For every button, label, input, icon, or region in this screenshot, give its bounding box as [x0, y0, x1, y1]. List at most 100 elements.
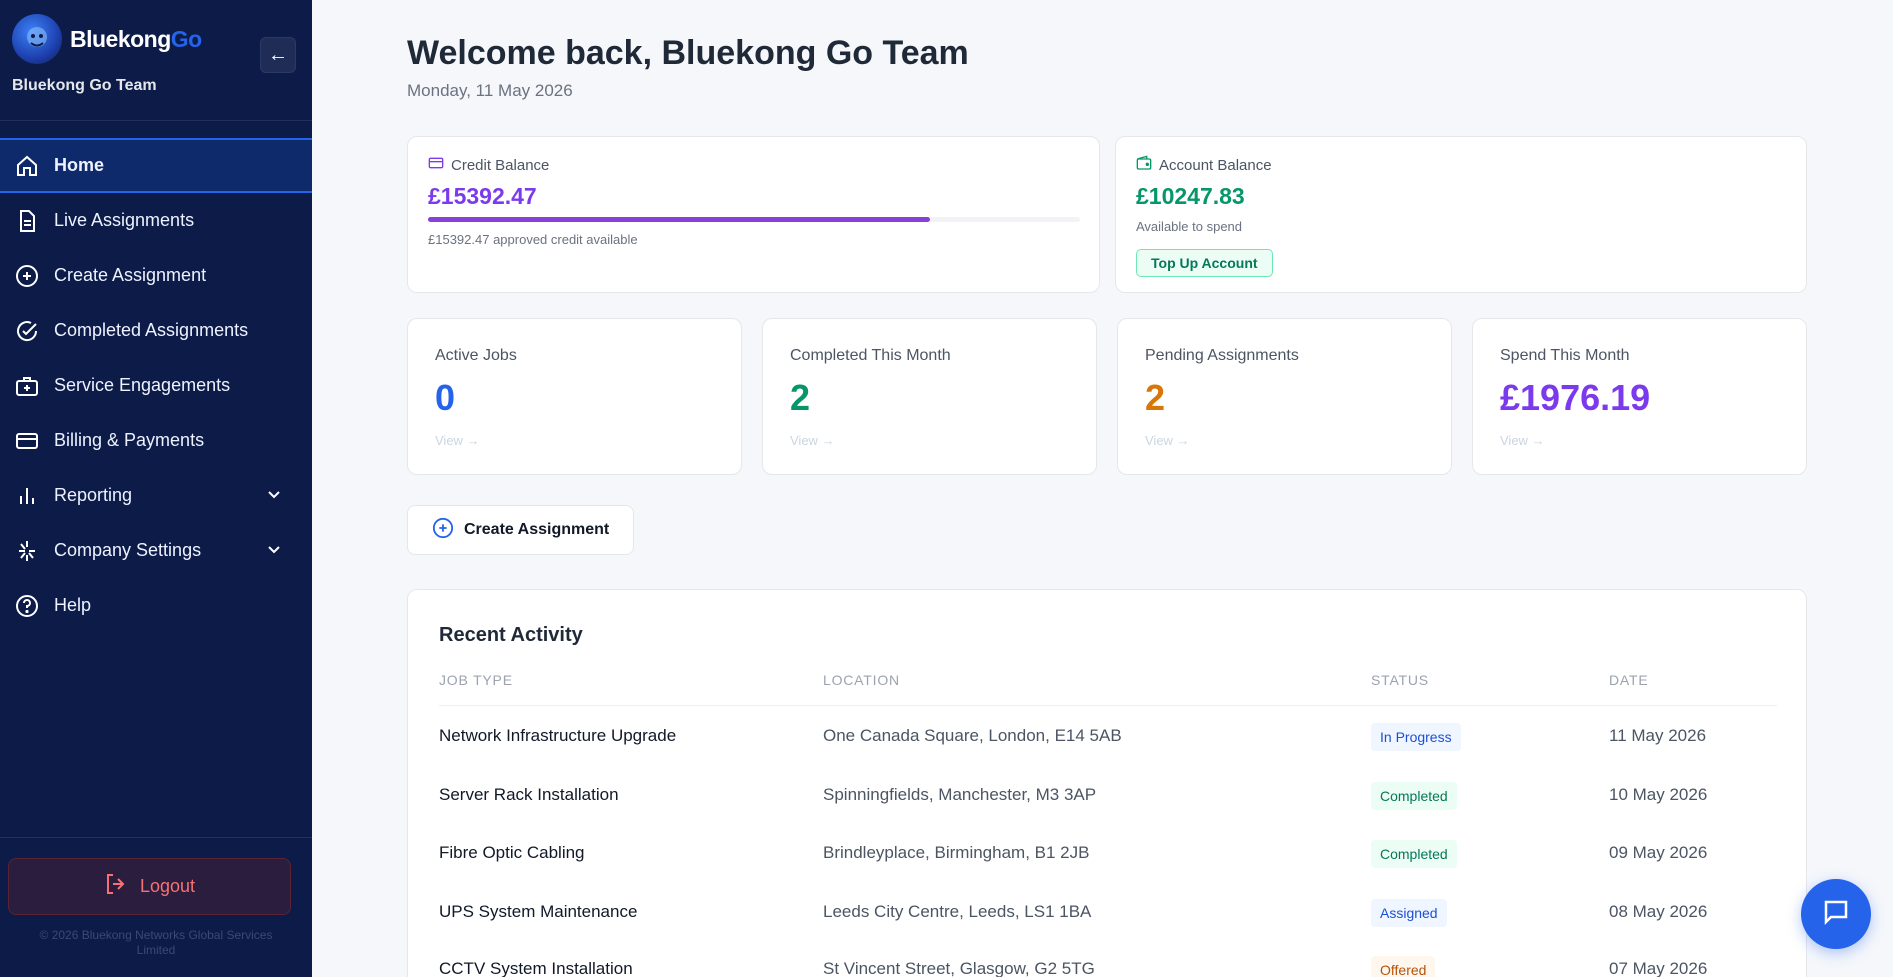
brand-name: BluekongGo: [70, 26, 202, 53]
document-icon: [14, 208, 40, 234]
column-header-status[interactable]: STATUS: [1371, 672, 1429, 688]
stat-card-active-jobs: Active Jobs 0 View →: [407, 318, 742, 475]
credit-balance-value: £15392.47: [428, 183, 537, 209]
logout-button[interactable]: Logout: [8, 858, 291, 915]
sidebar-item-live-assignments[interactable]: Live Assignments: [0, 193, 312, 248]
job-type-cell: CCTV System Installation: [439, 959, 633, 977]
account-balance-card: Account Balance £10247.83 Available to s…: [1115, 136, 1807, 293]
status-badge: Offered: [1371, 956, 1436, 977]
sidebar-item-completed-assignments[interactable]: Completed Assignments: [0, 303, 312, 358]
team-name: Bluekong Go Team: [12, 77, 157, 94]
stat-value: £1976.19: [1500, 377, 1651, 418]
table-row[interactable]: Server Rack Installation Spinningfields,…: [408, 782, 1808, 843]
job-type-cell: Network Infrastructure Upgrade: [439, 726, 677, 745]
sidebar-item-home[interactable]: Home: [0, 138, 312, 193]
create-assignment-button[interactable]: Create Assignment: [407, 505, 634, 555]
location-cell: St Vincent Street, Glasgow, G2 5TG: [823, 959, 1095, 977]
table-row[interactable]: CCTV System Installation St Vincent Stre…: [408, 956, 1808, 977]
sidebar-item-help[interactable]: Help: [0, 578, 312, 633]
stat-card-completed-this-month: Completed This Month 2 View →: [762, 318, 1097, 475]
column-header-location[interactable]: LOCATION: [823, 672, 900, 688]
account-balance-label-text: Account Balance: [1159, 156, 1272, 174]
sidebar-item-billing-payments[interactable]: Billing & Payments: [0, 413, 312, 468]
stat-value: 2: [1145, 377, 1166, 418]
brand[interactable]: BluekongGo: [12, 14, 202, 64]
location-cell: One Canada Square, London, E14 5AB: [823, 726, 1122, 745]
sidebar-item-label: Help: [54, 595, 92, 615]
status-badge: Assigned: [1371, 899, 1447, 927]
view-link[interactable]: View →: [435, 433, 480, 448]
divider: [439, 705, 1777, 706]
date-cell: 11 May 2026: [1609, 726, 1707, 745]
chevron-down-icon[interactable]: [266, 486, 282, 507]
date-cell: 07 May 2026: [1609, 959, 1708, 977]
credit-card-icon: [14, 428, 40, 454]
divider: [0, 120, 312, 121]
gorilla-logo-icon: [12, 14, 62, 64]
stat-label: Active Jobs: [435, 347, 517, 364]
credit-card-icon: [428, 155, 444, 175]
account-balance-label: Account Balance: [1136, 155, 1272, 175]
briefcase-plus-icon: [14, 373, 40, 399]
check-circle-icon: [14, 318, 40, 344]
sidebar-item-label: Reporting: [54, 485, 133, 505]
page-title: Welcome back, Bluekong Go Team: [407, 34, 969, 72]
column-header-date[interactable]: DATE: [1609, 672, 1649, 688]
sidebar-item-label: Company Settings: [54, 540, 202, 560]
date-cell: 10 May 2026: [1609, 785, 1708, 804]
recent-activity-panel: Recent Activity JOB TYPE LOCATION STATUS…: [407, 589, 1807, 977]
logout-icon: [104, 872, 128, 901]
credit-progress-fill: [428, 217, 931, 222]
status-badge: Completed: [1371, 782, 1457, 810]
credit-available-text: £15392.47 approved credit available: [428, 232, 638, 247]
divider: [0, 837, 312, 838]
copyright: © 2026 Bluekong Networks Global Services…: [10, 928, 302, 958]
account-balance-value: £10247.83: [1136, 183, 1245, 209]
current-date: Monday, 11 May 2026: [407, 81, 573, 100]
table-row[interactable]: Fibre Optic Cabling Brindleyplace, Birmi…: [408, 840, 1808, 901]
credit-balance-label-text: Credit Balance: [451, 156, 550, 174]
sidebar: BluekongGo Bluekong Go Team ← Home Live …: [0, 0, 312, 977]
sidebar-item-reporting[interactable]: Reporting: [0, 468, 312, 523]
wallet-icon: [1136, 155, 1152, 175]
help-circle-icon: [14, 593, 40, 619]
bar-chart-icon: [14, 483, 40, 509]
account-available-text: Available to spend: [1136, 219, 1243, 234]
credit-progress-bar: [428, 217, 1080, 222]
sidebar-item-service-engagements[interactable]: Service Engagements: [0, 358, 312, 413]
sidebar-item-label: Create Assignment: [54, 265, 207, 285]
brand-name-primary: Bluekong: [70, 25, 171, 52]
column-header-job-type[interactable]: JOB TYPE: [439, 672, 513, 688]
sidebar-item-label: Service Engagements: [54, 375, 231, 395]
view-link[interactable]: View →: [790, 433, 835, 448]
status-badge: In Progress: [1371, 723, 1461, 751]
view-link[interactable]: View →: [1145, 433, 1190, 448]
sidebar-nav: Home Live Assignments Create Assignment …: [0, 138, 312, 633]
chat-button[interactable]: [1801, 879, 1871, 949]
plus-circle-icon: [432, 517, 454, 544]
plus-circle-icon: [14, 263, 40, 289]
job-type-cell: Server Rack Installation: [439, 785, 619, 804]
stat-card-spend-this-month: Spend This Month £1976.19 View →: [1472, 318, 1807, 475]
date-cell: 08 May 2026: [1609, 902, 1708, 921]
logout-label: Logout: [139, 876, 196, 896]
table-row[interactable]: UPS System Maintenance Leeds City Centre…: [408, 899, 1808, 960]
stat-card-pending-assignments: Pending Assignments 2 View →: [1117, 318, 1452, 475]
chat-icon: [1821, 897, 1851, 932]
sidebar-item-label: Live Assignments: [54, 210, 195, 230]
credit-balance-label: Credit Balance: [428, 155, 549, 175]
create-assignment-label: Create Assignment: [464, 521, 610, 538]
collapse-sidebar-button[interactable]: ←: [260, 37, 296, 73]
sidebar-item-create-assignment[interactable]: Create Assignment: [0, 248, 312, 303]
copyright-line: Limited: [136, 943, 176, 957]
table-row[interactable]: Network Infrastructure Upgrade One Canad…: [408, 723, 1808, 784]
credit-balance-card: Credit Balance £15392.47 £15392.47 appro…: [407, 136, 1100, 293]
sidebar-item-label: Completed Assignments: [54, 320, 249, 340]
top-up-account-button[interactable]: Top Up Account: [1136, 249, 1273, 277]
settings-icon: [14, 538, 40, 564]
stat-value: 0: [435, 377, 456, 418]
stat-label: Completed This Month: [790, 347, 951, 364]
view-link[interactable]: View →: [1500, 433, 1545, 448]
sidebar-item-company-settings[interactable]: Company Settings: [0, 523, 312, 578]
chevron-down-icon[interactable]: [266, 541, 282, 562]
